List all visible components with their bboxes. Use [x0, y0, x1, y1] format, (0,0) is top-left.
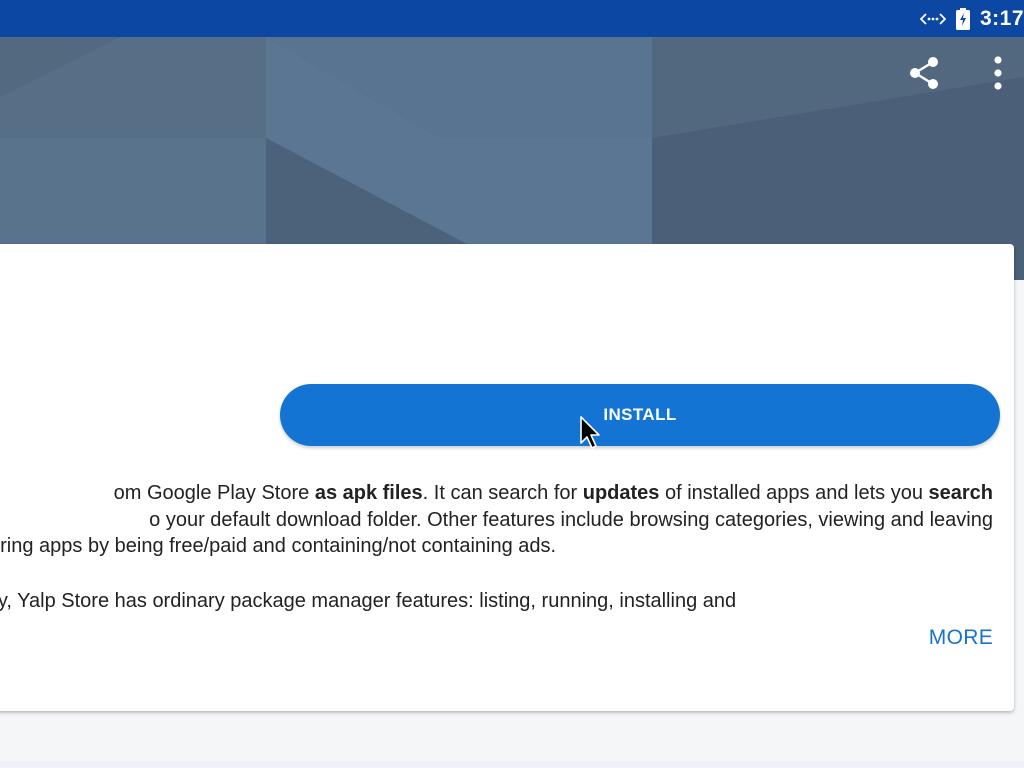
- description-bold: search: [928, 482, 994, 504]
- share-icon: [908, 56, 940, 95]
- sync-icon: [919, 11, 946, 27]
- status-time: 3:17: [979, 6, 1024, 30]
- install-button[interactable]: INSTALL: [280, 384, 1000, 446]
- status-bar: 3:17: [0, 0, 1024, 37]
- app-details-card: INSTALL om Google Play Store as apk file…: [0, 244, 1014, 711]
- description-text: om Google Play Store: [113, 482, 315, 504]
- description-line: Play, Yalp Store has ordinary package ma…: [0, 589, 737, 612]
- more-vert-icon: [993, 55, 1003, 95]
- more-link[interactable]: MORE: [929, 626, 993, 650]
- battery-charging-icon: [955, 7, 970, 30]
- description-text: of installed apps and lets you: [659, 482, 929, 504]
- description-line: om Google Play Store as apk files. It ca…: [0, 480, 993, 507]
- status-icons: 3:17: [919, 0, 1024, 37]
- description-bold: updates: [582, 482, 660, 504]
- description-bold: as apk files: [314, 482, 423, 504]
- more-options-button[interactable]: [978, 55, 1018, 95]
- description-text: . It can search for: [422, 482, 583, 504]
- app-description: om Google Play Store as apk files. It ca…: [0, 480, 993, 614]
- description-line: filtering apps by being free/paid and co…: [0, 535, 557, 557]
- next-section-edge: [0, 761, 1024, 768]
- share-button[interactable]: [904, 55, 944, 95]
- description-line: o your default download folder. Other fe…: [149, 508, 993, 531]
